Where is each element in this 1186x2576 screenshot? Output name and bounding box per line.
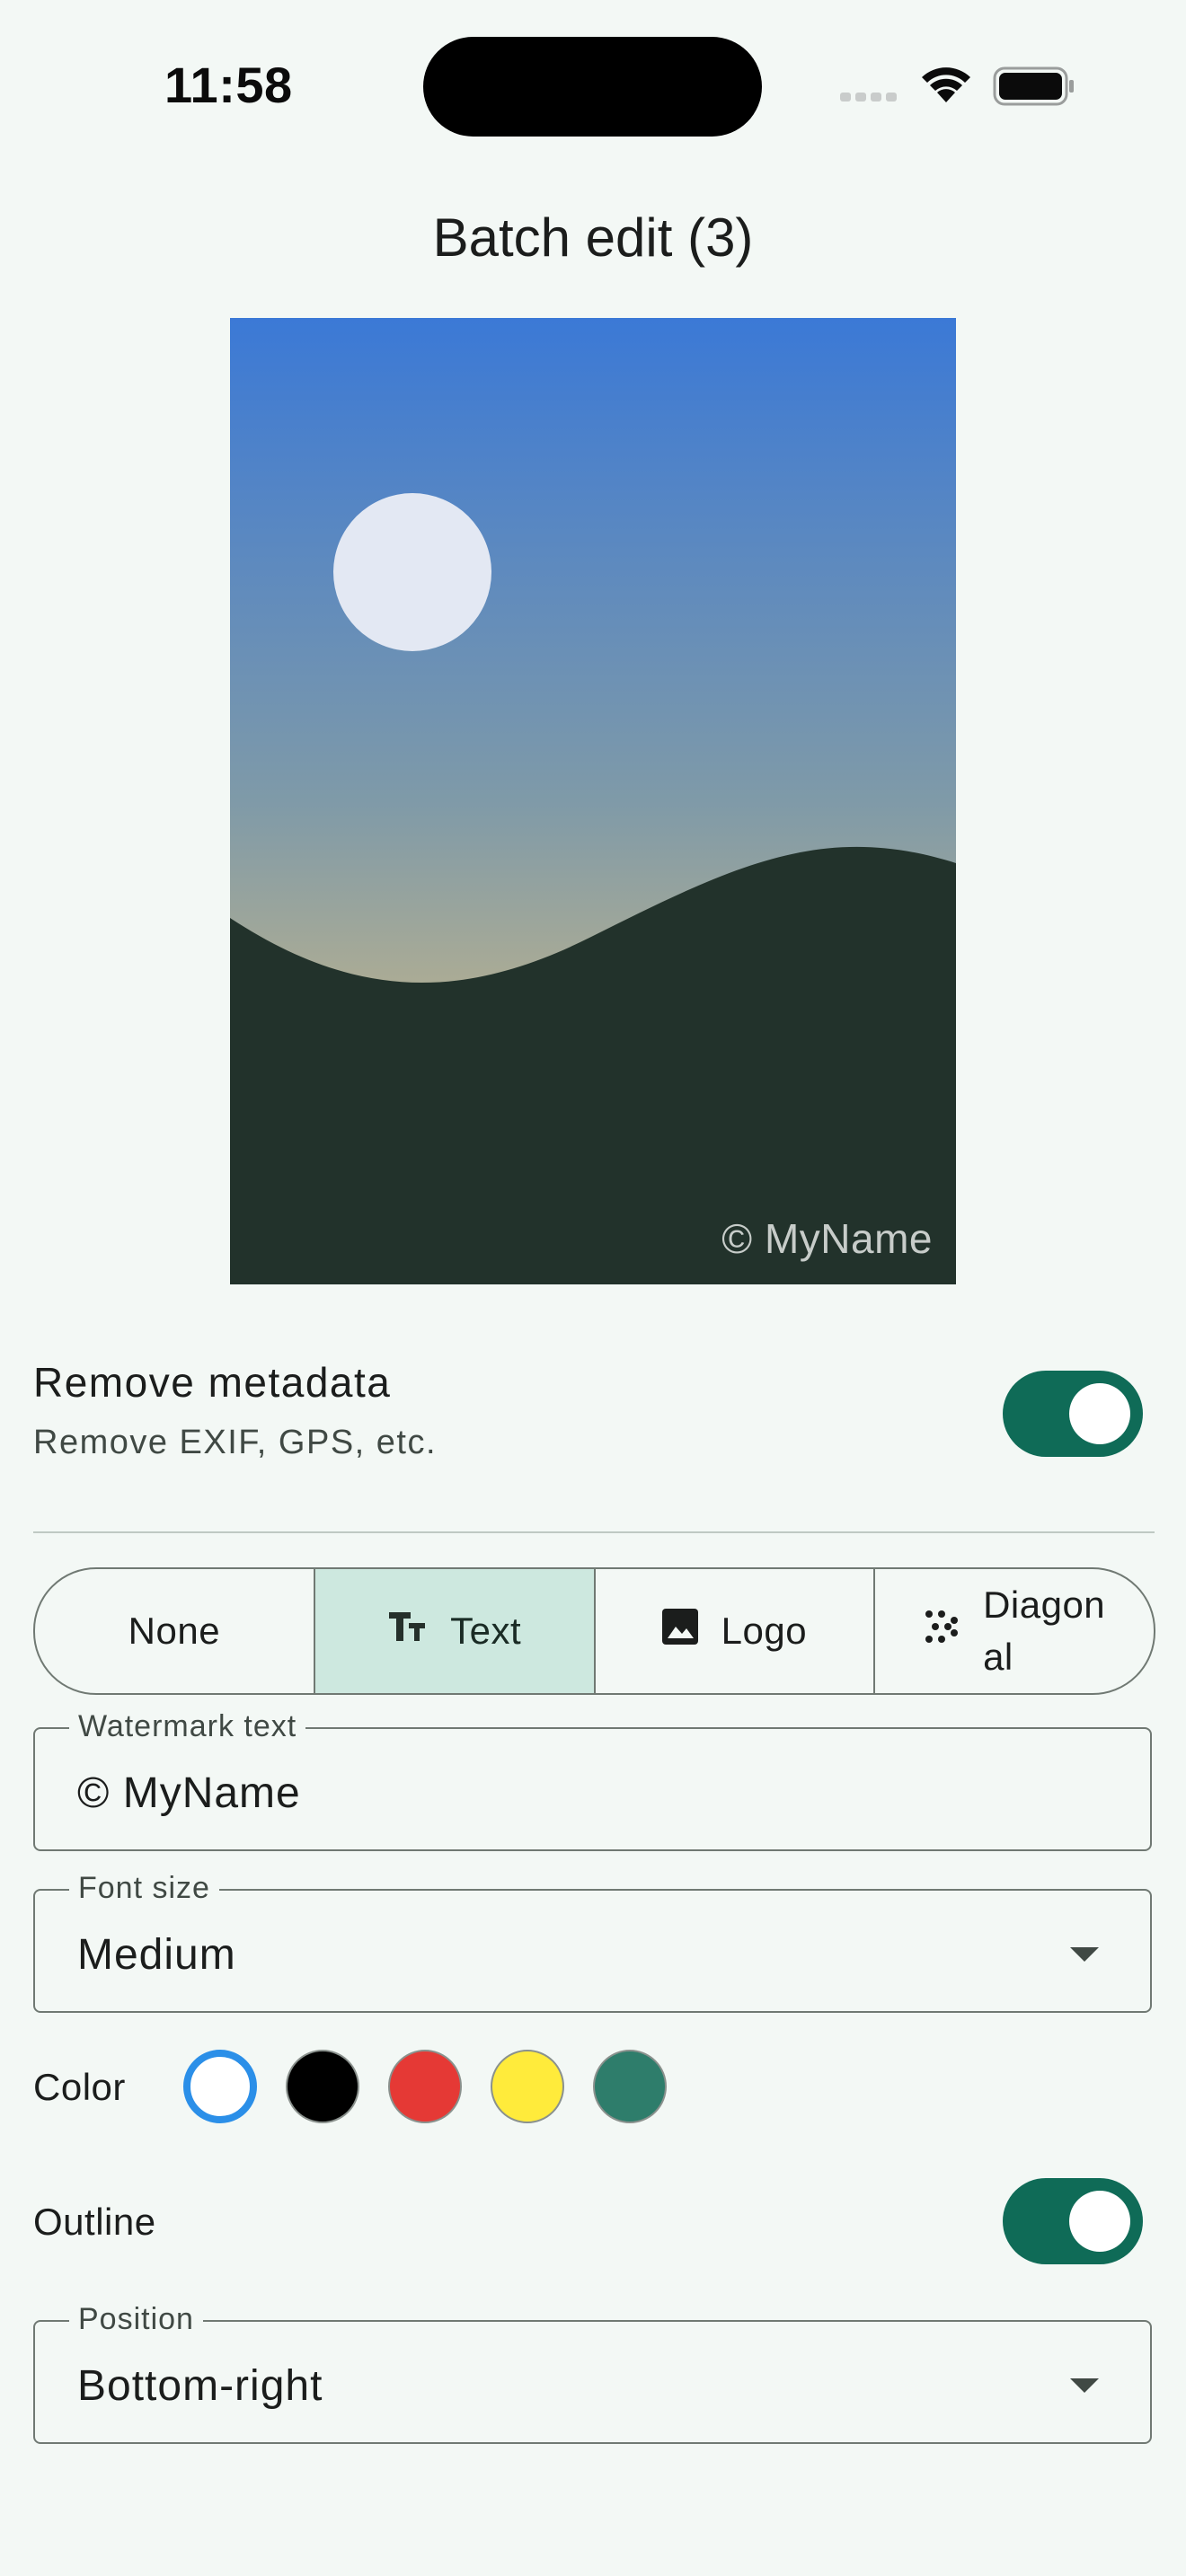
color-swatch-white[interactable] <box>183 2050 257 2123</box>
status-icons <box>840 63 1078 111</box>
moon-shape <box>333 493 491 651</box>
segment-none[interactable]: None <box>35 1569 314 1693</box>
dynamic-island <box>423 37 762 137</box>
field-label: Position <box>69 2302 203 2337</box>
segment-label: None <box>128 1610 221 1652</box>
position-dropdown[interactable]: Position Bottom-right <box>33 2302 1152 2444</box>
font-size-dropdown[interactable]: Font size Medium <box>33 1871 1152 2013</box>
field-label: Watermark text <box>69 1709 306 1744</box>
field-value: © MyName <box>77 1769 301 1817</box>
field-value: Bottom-right <box>77 2362 323 2410</box>
switch-knob <box>1069 2191 1130 2252</box>
field-label: Font size <box>69 1871 219 1906</box>
signal-icon <box>840 93 897 101</box>
remove-metadata-title: Remove metadata <box>33 1359 392 1406</box>
pattern-dots-icon <box>924 1609 960 1654</box>
remove-metadata-subtitle: Remove EXIF, GPS, etc. <box>33 1424 438 1461</box>
watermark-text-field[interactable]: Watermark text © MyName <box>33 1709 1152 1851</box>
color-swatch-black[interactable] <box>286 2050 359 2123</box>
wifi-icon <box>922 67 970 102</box>
color-swatch-yellow[interactable] <box>491 2050 564 2123</box>
dropdown-arrow-icon <box>1070 2378 1099 2393</box>
dropdown-arrow-icon <box>1070 1947 1099 1962</box>
color-swatch-red[interactable] <box>388 2050 462 2123</box>
switch-knob <box>1069 1383 1130 1444</box>
image-preview: © MyName <box>230 318 956 1284</box>
watermark-type-selector: None Text Logo Diagon al <box>33 1567 1155 1695</box>
segment-logo[interactable]: Logo <box>593 1569 874 1693</box>
segment-diagonal[interactable]: Diagon al <box>873 1569 1154 1693</box>
outline-label: Outline <box>33 2201 156 2243</box>
color-swatch-green[interactable] <box>593 2050 667 2123</box>
segment-label: Logo <box>721 1610 808 1652</box>
segment-label: Text <box>450 1610 522 1652</box>
page-title: Batch edit (3) <box>432 207 754 268</box>
status-time: 11:58 <box>164 57 293 113</box>
preview-watermark: © MyName <box>721 1215 933 1262</box>
image-icon <box>661 1609 698 1654</box>
segment-text[interactable]: Text <box>313 1569 594 1693</box>
color-label: Color <box>33 2066 126 2108</box>
field-value: Medium <box>77 1931 236 1979</box>
outline-switch[interactable] <box>1003 2178 1143 2264</box>
remove-metadata-switch[interactable] <box>1003 1371 1143 1457</box>
battery-icon <box>993 66 1074 106</box>
divider <box>33 1531 1155 1533</box>
text-fields-icon <box>387 1609 427 1654</box>
segment-label: Diagon al <box>983 1584 1106 1678</box>
